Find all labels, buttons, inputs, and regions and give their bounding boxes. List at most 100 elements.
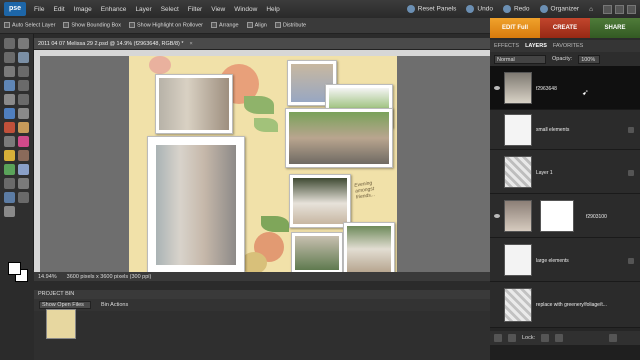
maximize-button[interactable] [615,4,624,14]
opacity-input[interactable]: 100% [578,54,601,64]
crop-tool-icon[interactable] [18,94,29,105]
layer-name: Layer 1 [536,170,553,176]
create-button[interactable]: CREATE [540,18,590,38]
canvas-area[interactable]: Evening amongst friends... [34,50,490,272]
menu-help[interactable]: Help [266,6,279,13]
hand-tool-icon[interactable] [4,52,15,63]
new-layer-icon[interactable] [494,334,502,342]
visibility-eye-icon[interactable] [494,214,500,218]
marquee-tool-icon[interactable] [4,66,15,77]
layer-row[interactable]: Layer 1 [490,150,640,194]
layer-link-icon [628,258,634,264]
arrange-button[interactable]: Arrange [211,22,239,29]
blur-tool-icon[interactable] [18,178,29,189]
undo-button[interactable]: Undo [466,5,493,13]
menu-layer[interactable]: Layer [135,6,151,13]
zoom-tool-icon[interactable] [18,38,29,49]
layer-link-icon [628,127,634,133]
bounding-box-checkbox[interactable]: Show Bounding Box [63,22,121,29]
photo-baby[interactable] [289,174,351,228]
eraser-tool-icon[interactable] [18,136,29,147]
menu-enhance[interactable]: Enhance [101,6,127,13]
eyedropper-tool-icon[interactable] [18,52,29,63]
photo-image [156,145,236,265]
redo-label: Redo [513,5,530,13]
show-files-dropdown[interactable]: Show Open Files [39,301,91,309]
photo-couple-large[interactable] [147,136,245,272]
menu-image[interactable]: Image [74,6,92,13]
reset-icon [406,5,415,13]
tab-effects[interactable]: EFFECTS [494,43,519,49]
menu-filter[interactable]: Filter [188,6,202,13]
close-window-button[interactable] [627,4,636,14]
menu-file[interactable]: File [34,6,44,13]
organizer-button[interactable]: Organizer [539,5,579,13]
lock-transparency-icon[interactable] [541,334,550,342]
smart-brush-tool-icon[interactable] [18,150,29,161]
photo-image [159,78,229,130]
edit-full-button[interactable]: EDIT Full [490,18,540,38]
arrange-label: Arrange [219,22,239,29]
menu-view[interactable]: View [211,6,225,13]
gradient-tool-icon[interactable] [18,164,29,175]
layer-row[interactable]: f2963648 ➹ [490,66,640,110]
brush-tool-icon[interactable] [4,150,15,161]
photo-couple-small[interactable] [155,74,233,134]
zoom-level[interactable]: 14.94% [38,274,57,280]
lock-all-icon[interactable] [555,334,564,342]
highlight-checkbox[interactable]: Show Highlight on Rollover [128,22,203,29]
project-bin-thumbnail[interactable] [46,309,76,339]
move-tool-icon[interactable] [4,38,15,49]
cookie-cutter-tool-icon[interactable] [4,108,15,119]
share-button[interactable]: SHARE [590,18,640,38]
menu-window[interactable]: Window [234,6,257,13]
layer-row[interactable]: large elements [490,238,640,282]
close-document-icon[interactable]: × [190,41,193,47]
sponge-tool-icon[interactable] [4,192,15,203]
layer-mask-thumbnail [540,200,574,232]
red-eye-tool-icon[interactable] [4,122,15,133]
journal-text[interactable]: Evening amongst friends... [354,177,394,200]
lasso-tool-icon[interactable] [18,66,29,77]
project-bin-header[interactable]: PROJECT BIN [34,290,490,299]
document-tab[interactable]: 2011 04 07 Melissa 29 2.psd @ 14.9% (f29… [34,38,490,50]
type-tool-icon[interactable] [4,94,15,105]
magic-wand-tool-icon[interactable] [4,80,15,91]
visibility-eye-icon[interactable] [494,86,500,90]
pencil-tool-icon[interactable] [18,192,29,203]
adjustment-layer-icon[interactable] [508,334,516,342]
tab-favorites[interactable]: FAVORITES [553,43,583,49]
tab-layers[interactable]: LAYERS [525,43,547,49]
checkbox-icon [63,22,70,29]
scrapbook-page[interactable]: Evening amongst friends... [129,56,397,272]
reset-panels-label: Reset Panels [417,5,457,13]
layer-row[interactable]: f2903100 [490,194,640,238]
distribute-button[interactable]: Distribute [274,22,306,29]
align-button[interactable]: Align [246,22,267,29]
layer-thumbnail [504,72,532,104]
photo-mother-baby[interactable] [343,222,395,272]
menu-select[interactable]: Select [161,6,179,13]
layer-row[interactable]: small elements [490,110,640,150]
healing-brush-tool-icon[interactable] [18,122,29,133]
shape-tool-icon[interactable] [4,178,15,189]
smudge-tool-icon[interactable] [4,206,15,217]
minimize-button[interactable] [603,4,612,14]
organizer-icon [539,5,548,13]
paint-bucket-tool-icon[interactable] [4,164,15,175]
bin-actions-button[interactable]: Bin Actions [101,302,128,308]
straighten-tool-icon[interactable] [18,108,29,119]
reset-panels-button[interactable]: Reset Panels [406,5,457,13]
layer-row[interactable]: replace with greenery/foliage/t... [490,282,640,328]
foreground-color-swatch[interactable] [8,262,21,275]
photo-group-outdoor[interactable] [291,232,343,272]
delete-layer-icon[interactable] [609,334,618,342]
menu-edit[interactable]: Edit [53,6,64,13]
redo-button[interactable]: Redo [502,5,530,13]
auto-select-checkbox[interactable]: Auto Select Layer [4,22,55,29]
blend-mode-dropdown[interactable]: Normal [494,54,546,64]
home-icon[interactable]: ⌂ [589,6,593,13]
photo-table-group[interactable] [285,108,393,168]
clone-stamp-tool-icon[interactable] [4,136,15,147]
quick-selection-tool-icon[interactable] [18,80,29,91]
